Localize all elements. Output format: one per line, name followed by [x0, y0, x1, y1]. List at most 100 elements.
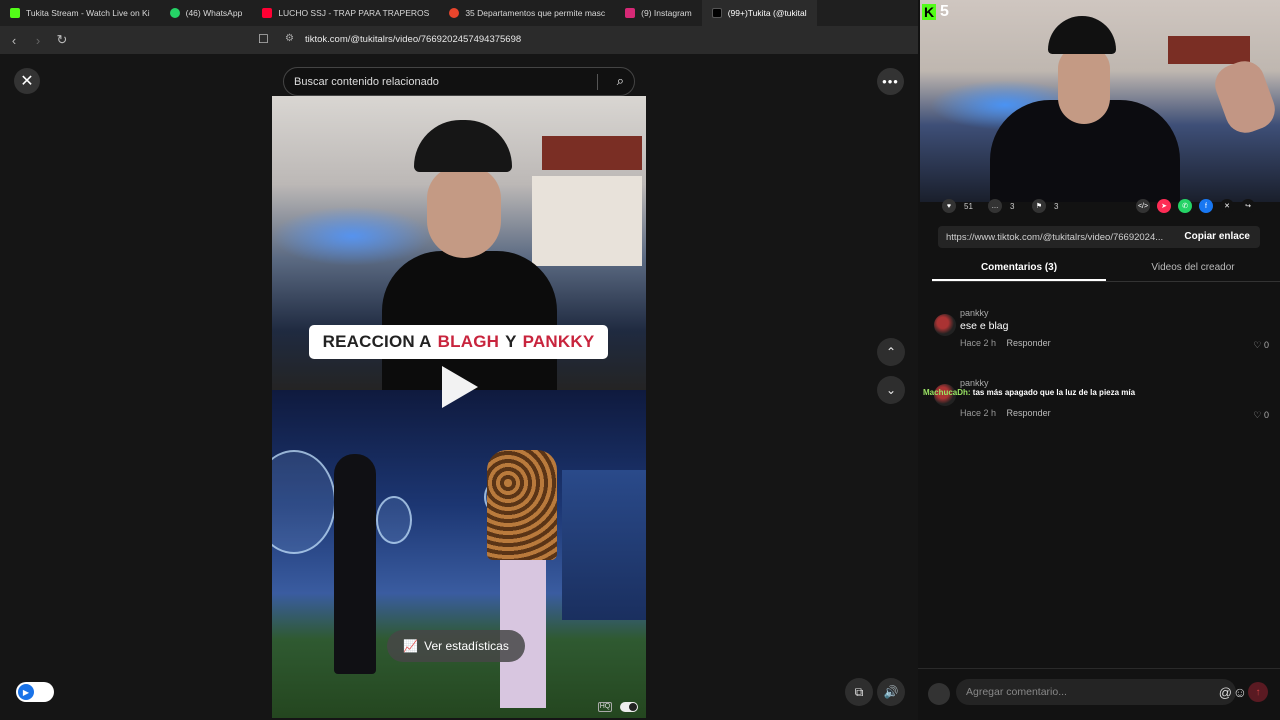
comment-meta: Hace 2 h Responder: [960, 408, 1059, 418]
close-icon[interactable]: ✕: [14, 68, 40, 94]
avatar[interactable]: [934, 314, 956, 336]
browser-tab[interactable]: LUCHO SSJ - TRAP PARA TRAPEROS: [252, 0, 439, 26]
scroll-up-icon[interactable]: ⌃: [877, 338, 905, 366]
whatsapp-favicon-icon: [169, 8, 180, 18]
comment-like-count: 0: [1263, 340, 1269, 350]
related-search-input[interactable]: Buscar contenido relacionado ⌕: [283, 67, 635, 96]
play-icon[interactable]: [442, 366, 478, 408]
emoji-icon[interactable]: ☺: [1233, 684, 1247, 700]
comment-item: pankky ese e blag Hace 2 h Responder ♡ 0: [934, 308, 1269, 358]
browser-tab-title: (46) WhatsApp: [185, 8, 243, 18]
save-count: 3: [1054, 201, 1059, 211]
extension-logo-icon: ▶: [18, 684, 34, 700]
viewer-count: 5: [940, 3, 949, 20]
search-placeholder: Buscar contenido relacionado: [294, 75, 439, 88]
comment-composer: Agregar comentario... @ ☺ ↑: [918, 668, 1280, 720]
bookmark-icon[interactable]: ☐: [258, 32, 269, 46]
video-caption: REACCION A BLAGH Y PANKKY: [309, 325, 608, 359]
bookmark-save-icon: ⚑: [1032, 199, 1046, 213]
tab-creator-videos[interactable]: Videos del creador: [1106, 258, 1280, 281]
caption-artist-1: BLAGH: [437, 332, 500, 351]
search-icon[interactable]: ⌕: [617, 73, 624, 89]
comment-username[interactable]: pankky: [960, 308, 989, 318]
autoplay-toggle[interactable]: [620, 702, 638, 712]
panel-tabs: Comentarios (3) Videos del creador: [932, 258, 1280, 282]
video-artist-left: [334, 454, 376, 674]
avatar: [928, 683, 950, 705]
comment-item: pankky Hace 2 h Responder ♡ 0: [934, 378, 1269, 428]
side-panel: K 5 ♥ 51 … 3 ⚑ 3 </> ➤ ✆ f ✕ ↪ https://w…: [918, 0, 1280, 720]
video-player[interactable]: REACCION A BLAGH Y PANKKY 📈 Ver estadíst…: [272, 96, 646, 718]
forward-icon[interactable]: ›: [28, 30, 48, 50]
volume-icon[interactable]: 🔊: [877, 678, 905, 706]
mention-icon[interactable]: @: [1219, 685, 1232, 700]
comment-input[interactable]: Agregar comentario...: [956, 679, 1236, 705]
video-bubble: [272, 450, 336, 554]
comment-username[interactable]: pankky: [960, 378, 989, 388]
browser-tab-title: (99+)Tukita (@tukital: [727, 8, 807, 18]
browser-tab-active[interactable]: (99+)Tukita (@tukital: [701, 0, 817, 26]
more-options-icon[interactable]: •••: [877, 68, 904, 95]
action-bar: ♥ 51 … 3 ⚑ 3 </> ➤ ✆ f ✕ ↪: [918, 196, 1280, 216]
view-stats-button[interactable]: 📈 Ver estadísticas: [387, 630, 525, 662]
video-bottom-frame: [272, 390, 646, 718]
url-field[interactable]: tiktok.com/@tukitalrs/video/766920245749…: [305, 34, 521, 45]
site-info-icon[interactable]: ⚙: [285, 33, 294, 44]
reload-icon[interactable]: ↻: [52, 30, 72, 50]
chat-username: MachucaDh:: [923, 388, 971, 397]
caption-text: REACCION A: [322, 332, 432, 351]
like-count: 51: [964, 201, 973, 211]
browser-tab[interactable]: 35 Departamentos que permite masc: [439, 0, 615, 26]
browser-tab-strip: Tukita Stream - Watch Live on Ki (46) Wh…: [0, 0, 920, 26]
share-link-text: https://www.tiktok.com/@tukitalrs/video/…: [946, 231, 1164, 243]
webcam-overlay: [920, 0, 1280, 202]
send-icon[interactable]: ↑: [1248, 682, 1268, 702]
whatsapp-icon[interactable]: ✆: [1178, 199, 1192, 213]
comment-meta: Hace 2 h Responder: [960, 338, 1059, 348]
video-stage: ✕ ••• Buscar contenido relacionado ⌕ REA…: [0, 54, 918, 720]
video-controls: HQ: [598, 702, 638, 712]
browser-tab[interactable]: (46) WhatsApp: [160, 0, 253, 26]
copy-link-button[interactable]: Copiar enlace: [1184, 231, 1250, 242]
video-shelf: [532, 176, 642, 266]
comment-text: ese e blag: [960, 320, 1009, 332]
pip-icon[interactable]: ⧉: [845, 678, 873, 706]
extension-toggle[interactable]: ▶: [16, 682, 54, 702]
instagram-favicon-icon: [625, 8, 636, 18]
reply-button[interactable]: Responder: [1007, 408, 1051, 418]
back-icon[interactable]: ‹: [4, 30, 24, 50]
x-icon[interactable]: ✕: [1220, 199, 1234, 213]
comment-time: Hace 2 h: [960, 338, 997, 348]
facebook-icon[interactable]: f: [1199, 199, 1213, 213]
browser-tab-title: 35 Departamentos que permite masc: [465, 8, 606, 18]
like-action[interactable]: ♥ 51: [942, 199, 973, 213]
caption-artist-2: PANKKY: [522, 332, 595, 351]
search-divider: [597, 74, 598, 90]
share-arrow-icon[interactable]: ↪: [1241, 199, 1255, 213]
share-icons: </> ➤ ✆ f ✕ ↪: [1136, 199, 1255, 213]
comment-like[interactable]: ♡ 0: [1253, 340, 1269, 351]
pin-favicon-icon: [449, 8, 460, 18]
share-link-box[interactable]: https://www.tiktok.com/@tukitalrs/video/…: [938, 226, 1260, 248]
video-artist-right: [482, 430, 562, 710]
caption-text: Y: [505, 332, 517, 351]
comment-action[interactable]: … 3: [988, 199, 1014, 213]
address-bar: ‹ › ↻ ☐ ⚙ tiktok.com/@tukitalrs/video/76…: [0, 26, 920, 54]
stream-viewer-badge: K 5: [922, 3, 949, 21]
browser-tab-title: (9) Instagram: [641, 8, 692, 18]
browser-tab-title: LUCHO SSJ - TRAP PARA TRAPEROS: [278, 8, 430, 18]
embed-icon[interactable]: </>: [1136, 199, 1150, 213]
reply-button[interactable]: Responder: [1007, 338, 1051, 348]
comment-time: Hace 2 h: [960, 408, 997, 418]
browser-tab[interactable]: (9) Instagram: [615, 0, 702, 26]
quality-icon[interactable]: HQ: [598, 702, 612, 712]
save-action[interactable]: ⚑ 3: [1032, 199, 1058, 213]
tiktok-favicon-icon: [711, 8, 722, 18]
chart-icon: 📈: [403, 639, 419, 653]
browser-tab-title: Tukita Stream - Watch Live on Ki: [26, 8, 150, 18]
comment-like[interactable]: ♡ 0: [1253, 410, 1269, 421]
tab-comments[interactable]: Comentarios (3): [932, 258, 1106, 281]
send-friend-icon[interactable]: ➤: [1157, 199, 1171, 213]
scroll-down-icon[interactable]: ⌄: [877, 376, 905, 404]
browser-tab[interactable]: Tukita Stream - Watch Live on Ki: [0, 0, 160, 26]
